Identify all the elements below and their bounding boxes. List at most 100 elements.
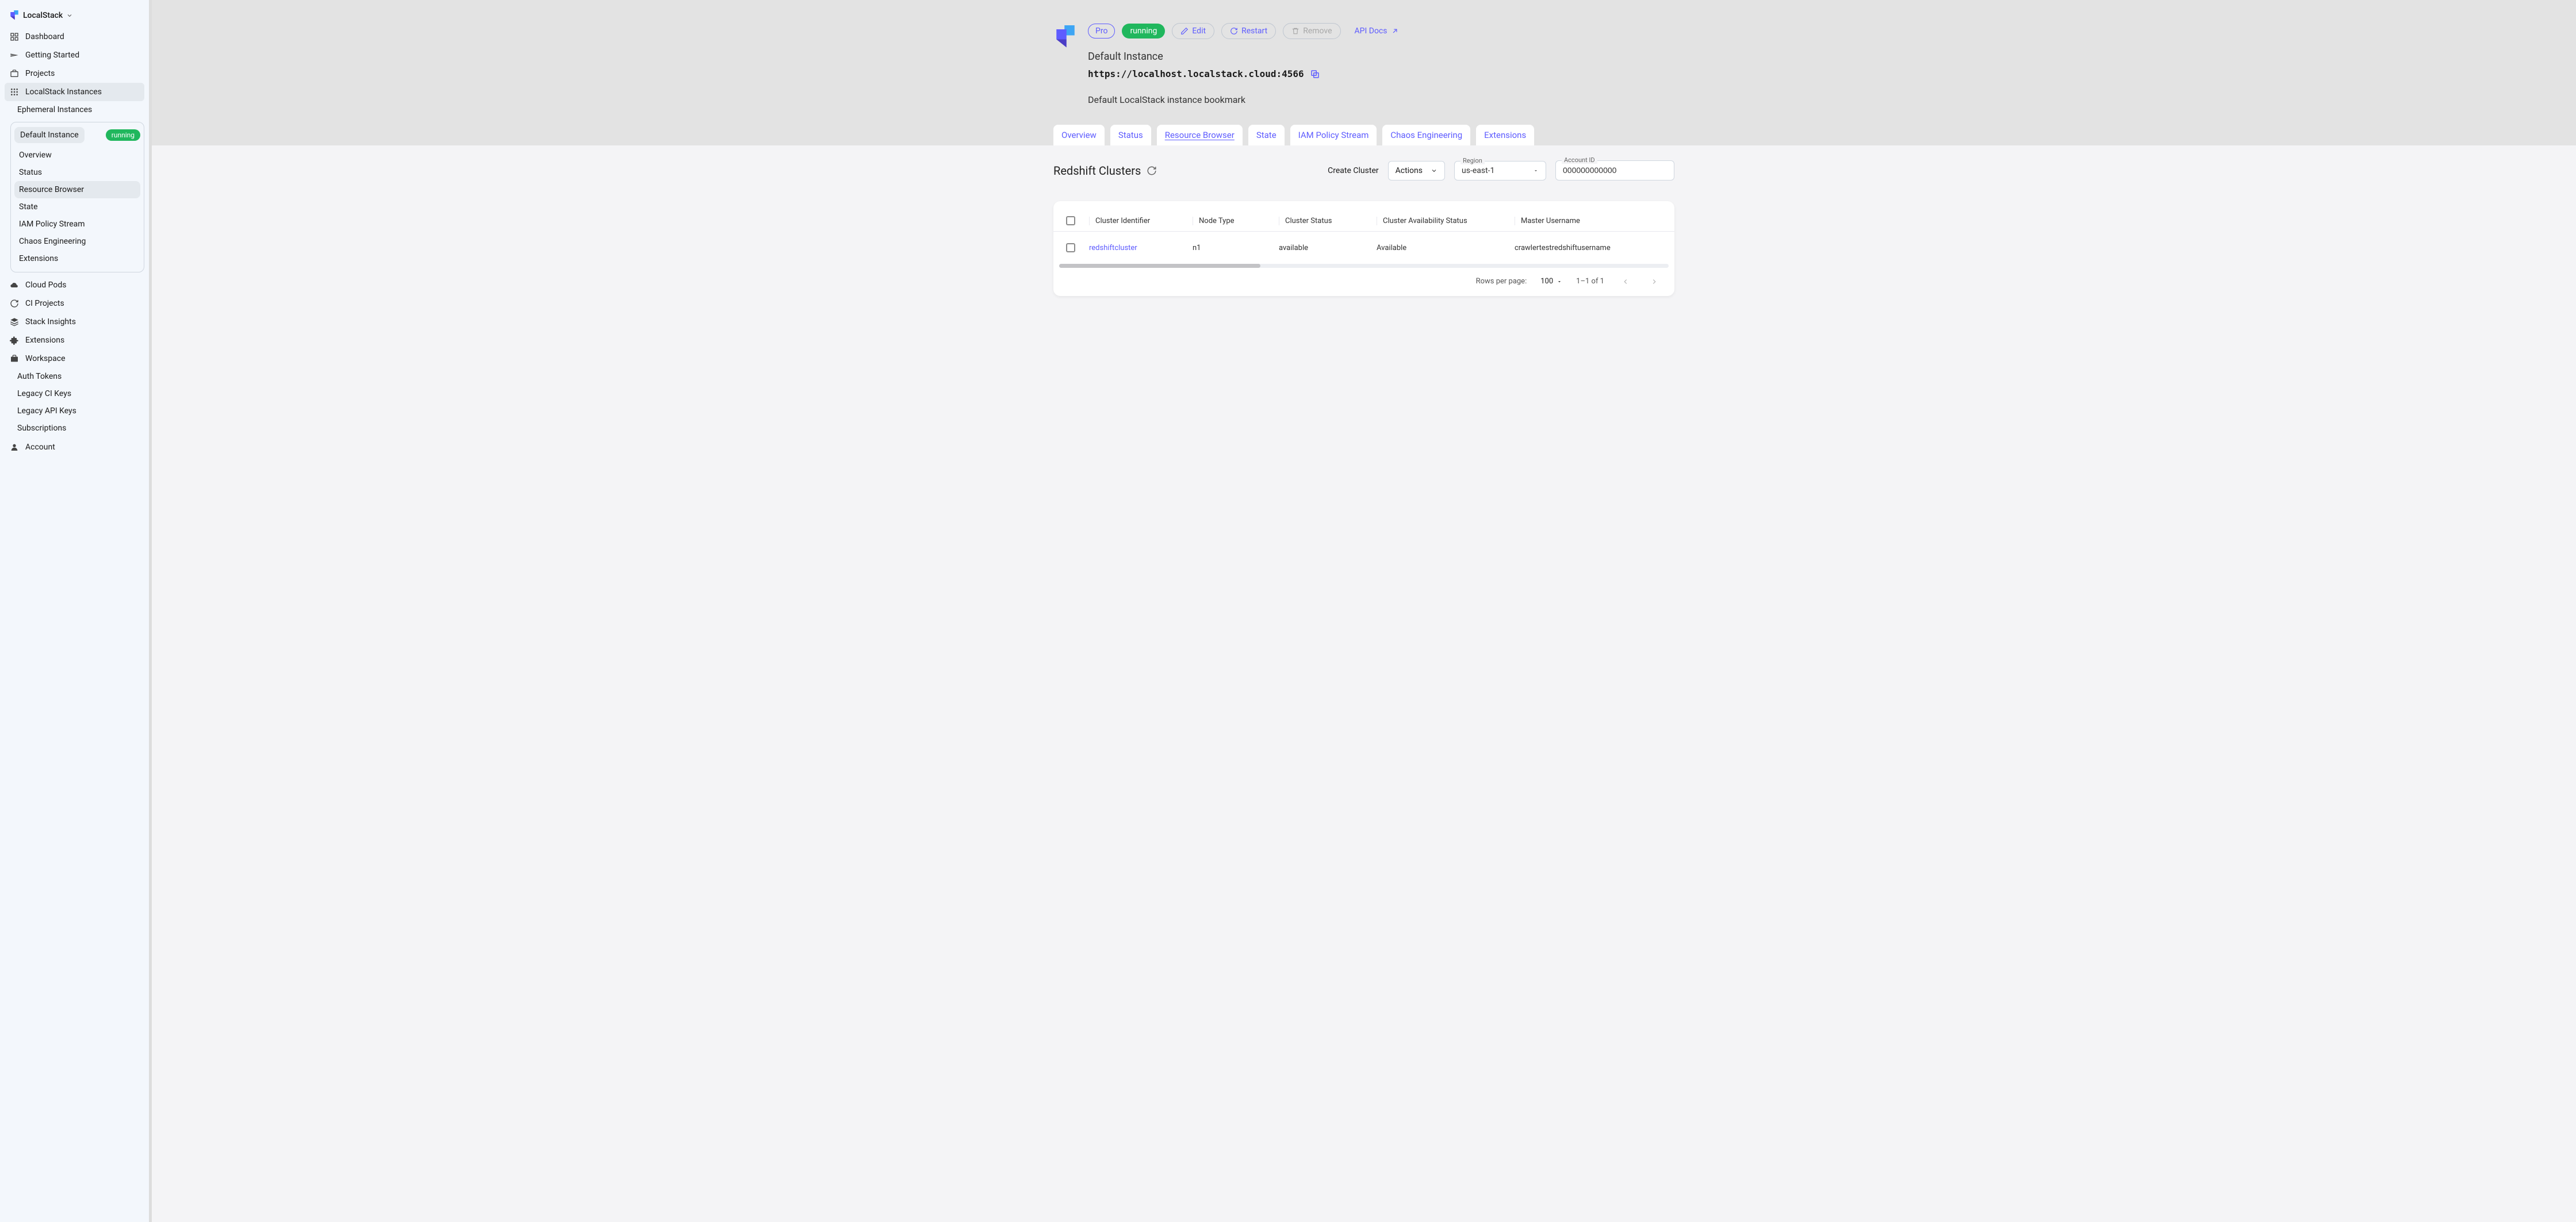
sidebar-item-localstack-instances[interactable]: LocalStack Instances [5, 83, 144, 101]
account-id-input[interactable] [1563, 166, 1667, 175]
briefcase-icon [9, 353, 20, 364]
select-all-checkbox[interactable] [1066, 216, 1075, 225]
pencil-icon [1180, 27, 1189, 35]
sidebar-item-projects[interactable]: Projects [5, 64, 144, 83]
plane-icon [9, 50, 20, 60]
sidebar-item-stack-insights[interactable]: Stack Insights [5, 313, 144, 331]
trash-icon [1291, 27, 1300, 35]
localstack-logo-icon [1053, 25, 1078, 49]
column-header-cluster-status[interactable]: Cluster Status [1279, 217, 1377, 225]
instance-description: Default LocalStack instance bookmark [1088, 94, 1674, 105]
table-row: redshiftcluster n1 available Available c… [1053, 232, 1674, 264]
field-label: Account ID [1562, 156, 1597, 164]
tab-iam-policy-stream[interactable]: IAM Policy Stream [1290, 125, 1377, 145]
column-header-node-type[interactable]: Node Type [1193, 217, 1279, 225]
sidebar-item-account[interactable]: Account [5, 438, 144, 456]
account-id-field[interactable]: Account ID [1555, 160, 1674, 180]
column-header-cluster-id[interactable]: Cluster Identifier [1089, 217, 1193, 225]
tab-chaos-engineering[interactable]: Chaos Engineering [1382, 125, 1470, 145]
table-header: Cluster Identifier Node Type Cluster Sta… [1053, 210, 1674, 232]
prev-page-button[interactable] [1618, 278, 1633, 286]
instance-tab-extensions[interactable]: Extensions [14, 250, 140, 267]
main: Pro running Edit Restart [152, 0, 2576, 1222]
sidebar-item-dashboard[interactable]: Dashboard [5, 28, 144, 46]
refresh-icon [1230, 27, 1238, 35]
instance-tab-status[interactable]: Status [14, 164, 140, 181]
region-select[interactable]: Region us-east-1 [1454, 161, 1546, 180]
sidebar-item-label: Extensions [25, 336, 64, 345]
copy-button[interactable] [1310, 69, 1320, 79]
cell-cluster-status: available [1279, 244, 1377, 252]
external-link-icon [1391, 27, 1399, 35]
column-header-availability-status[interactable]: Cluster Availability Status [1377, 217, 1515, 225]
instance-tab-overview[interactable]: Overview [14, 147, 140, 164]
chevron-down-icon [1431, 167, 1438, 174]
status-badge: running [1122, 24, 1165, 39]
brand-selector[interactable]: LocalStack [5, 5, 144, 28]
header: Pro running Edit Restart [152, 0, 2576, 145]
sidebar-item-label: Subscriptions [17, 424, 66, 433]
sidebar-item-label: Cloud Pods [25, 280, 66, 290]
dashboard-icon [9, 32, 20, 42]
sidebar-item-extensions[interactable]: Extensions [5, 331, 144, 349]
tabs: Overview Status Resource Browser State I… [1042, 125, 1686, 145]
link-label: API Docs [1355, 26, 1387, 36]
rows-per-page-select[interactable]: 100 [1540, 277, 1562, 286]
sidebar-item-ci-projects[interactable]: CI Projects [5, 294, 144, 313]
sidebar-item-legacy-api-keys[interactable]: Legacy API Keys [5, 402, 144, 420]
cell-node-type: n1 [1193, 244, 1279, 252]
caret-down-icon [1533, 168, 1539, 174]
cell-cluster-id[interactable]: redshiftcluster [1089, 244, 1193, 252]
instance-title: Default Instance [1088, 51, 1674, 63]
sidebar-item-label: LocalStack Instances [25, 87, 102, 97]
remove-button: Remove [1283, 23, 1340, 39]
sidebar-item-label: Legacy CI Keys [17, 389, 71, 398]
instance-tab-chaos-engineering[interactable]: Chaos Engineering [14, 233, 140, 250]
actions-dropdown[interactable]: Actions [1388, 161, 1445, 180]
edit-button[interactable]: Edit [1172, 23, 1214, 39]
column-header-master-username[interactable]: Master Username [1515, 217, 1662, 225]
instance-url: https://localhost.localstack.cloud:4566 [1088, 68, 1304, 79]
user-icon [9, 442, 20, 452]
tab-state[interactable]: State [1248, 125, 1285, 145]
instance-tab-iam-policy-stream[interactable]: IAM Policy Stream [14, 216, 140, 233]
puzzle-icon [9, 335, 20, 345]
api-docs-link[interactable]: API Docs [1355, 26, 1399, 36]
chevron-down-icon [66, 12, 73, 19]
create-cluster-button[interactable]: Create Cluster [1328, 166, 1378, 175]
page-subheader: Redshift Clusters Create Cluster Actions [1053, 153, 1674, 192]
content: Redshift Clusters Create Cluster Actions [152, 145, 2576, 1222]
next-page-button[interactable] [1647, 278, 1662, 286]
instance-card: Default Instance running Overview Status… [10, 122, 144, 272]
sidebar-item-label: Workspace [25, 354, 66, 363]
status-badge: running [106, 129, 140, 141]
clusters-table-card: Cluster Identifier Node Type Cluster Sta… [1053, 201, 1674, 296]
tab-extensions[interactable]: Extensions [1476, 125, 1534, 145]
field-label: Region [1460, 157, 1485, 164]
copy-icon [1310, 69, 1320, 79]
sidebar-item-label: Legacy API Keys [17, 406, 76, 416]
restart-button[interactable]: Restart [1221, 23, 1276, 39]
refresh-button[interactable] [1147, 166, 1157, 176]
sidebar-item-subscriptions[interactable]: Subscriptions [5, 420, 144, 437]
sidebar-item-label: Stack Insights [25, 317, 76, 326]
tab-status[interactable]: Status [1110, 125, 1151, 145]
sidebar-item-auth-tokens[interactable]: Auth Tokens [5, 368, 144, 385]
instance-tab-resource-browser[interactable]: Resource Browser [14, 181, 140, 198]
sidebar-item-label: Auth Tokens [17, 372, 62, 381]
layers-icon [9, 317, 20, 327]
sidebar-item-cloud-pods[interactable]: Cloud Pods [5, 276, 144, 294]
sidebar-item-label: Getting Started [25, 51, 79, 60]
row-checkbox[interactable] [1066, 243, 1075, 252]
sidebar-item-getting-started[interactable]: Getting Started [5, 46, 144, 64]
sidebar-item-legacy-ci-keys[interactable]: Legacy CI Keys [5, 385, 144, 402]
instance-tab-state[interactable]: State [14, 198, 140, 216]
horizontal-scrollbar[interactable] [1059, 264, 1669, 268]
instance-name-chip[interactable]: Default Instance [14, 127, 85, 143]
sidebar-item-ephemeral-instances[interactable]: Ephemeral Instances [5, 101, 144, 118]
sidebar-item-workspace[interactable]: Workspace [5, 349, 144, 368]
table-footer: Rows per page: 100 1–1 of 1 [1053, 268, 1674, 290]
tab-overview[interactable]: Overview [1053, 125, 1105, 145]
tab-resource-browser[interactable]: Resource Browser [1157, 125, 1243, 145]
rows-per-page-label: Rows per page: [1476, 277, 1527, 286]
